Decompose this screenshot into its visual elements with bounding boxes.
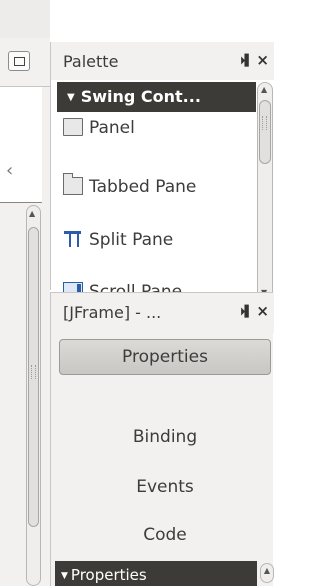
tab-code[interactable]: Code bbox=[59, 525, 271, 559]
minimize-window-icon[interactable]: ⏵▌ bbox=[240, 305, 253, 319]
palette-category-swing-containers[interactable]: ▼ Swing Cont... bbox=[57, 82, 256, 112]
palette-window: Palette ⏵▌ × ▼ Swing Cont... Panel Tabbed… bbox=[50, 42, 274, 304]
scroll-up-arrow-icon[interactable]: ▲ bbox=[261, 85, 267, 94]
palette-item-split-pane[interactable]: Split Pane bbox=[63, 230, 173, 260]
toolbar-strip bbox=[0, 0, 50, 38]
divider bbox=[0, 202, 42, 203]
tab-properties[interactable]: Properties bbox=[59, 339, 271, 375]
minimize-window-icon[interactable]: ⏵▌ bbox=[240, 54, 253, 68]
collapse-triangle-icon: ▼ bbox=[67, 92, 75, 103]
tab-events[interactable]: Events bbox=[59, 477, 271, 511]
palette-item-panel[interactable]: Panel bbox=[63, 118, 135, 148]
properties-header: [JFrame] - ... ⏵▌ × bbox=[51, 293, 274, 333]
palette-title: Palette bbox=[63, 52, 119, 71]
scroll-up-arrow-icon[interactable]: ▲ bbox=[29, 209, 35, 218]
palette-item-label: Split Pane bbox=[89, 230, 174, 250]
palette-vertical-scrollbar[interactable]: ▲ ▼ bbox=[257, 82, 273, 304]
restore-window-button[interactable] bbox=[8, 51, 30, 71]
collapse-triangle-icon: ▼ bbox=[61, 571, 68, 581]
close-icon[interactable]: × bbox=[256, 302, 269, 320]
split-pane-icon bbox=[63, 230, 83, 248]
palette-item-label: Panel bbox=[89, 118, 135, 138]
grip-icon bbox=[31, 365, 36, 379]
properties-title: [JFrame] - ... bbox=[63, 303, 162, 322]
grip-icon bbox=[262, 116, 267, 130]
scroll-up-arrow-icon[interactable]: ▲ bbox=[260, 563, 274, 583]
palette-item-label: Tabbed Pane bbox=[89, 177, 197, 197]
palette-header: Palette ⏵▌ × bbox=[51, 42, 274, 80]
palette-item-tabbed-pane[interactable]: Tabbed Pane bbox=[63, 173, 197, 207]
close-icon[interactable]: × bbox=[256, 51, 269, 69]
editor-vertical-scrollbar[interactable]: ▲ bbox=[22, 205, 44, 586]
panel-icon bbox=[63, 118, 83, 136]
scrollbar-thumb[interactable] bbox=[259, 100, 271, 164]
properties-window: [JFrame] - ... ⏵▌ × Properties Binding E… bbox=[50, 292, 274, 586]
properties-section-header[interactable]: ▼ Properties bbox=[55, 561, 257, 586]
chevron-left-icon[interactable]: ‹ bbox=[6, 160, 13, 181]
editor-edge: ‹ ▲ bbox=[0, 0, 50, 586]
tab-binding[interactable]: Binding bbox=[59, 427, 271, 461]
section-label: Properties bbox=[70, 566, 147, 584]
tabbed-pane-icon bbox=[63, 173, 83, 195]
editor-area bbox=[0, 87, 42, 202]
category-label: Swing Cont... bbox=[80, 87, 201, 106]
